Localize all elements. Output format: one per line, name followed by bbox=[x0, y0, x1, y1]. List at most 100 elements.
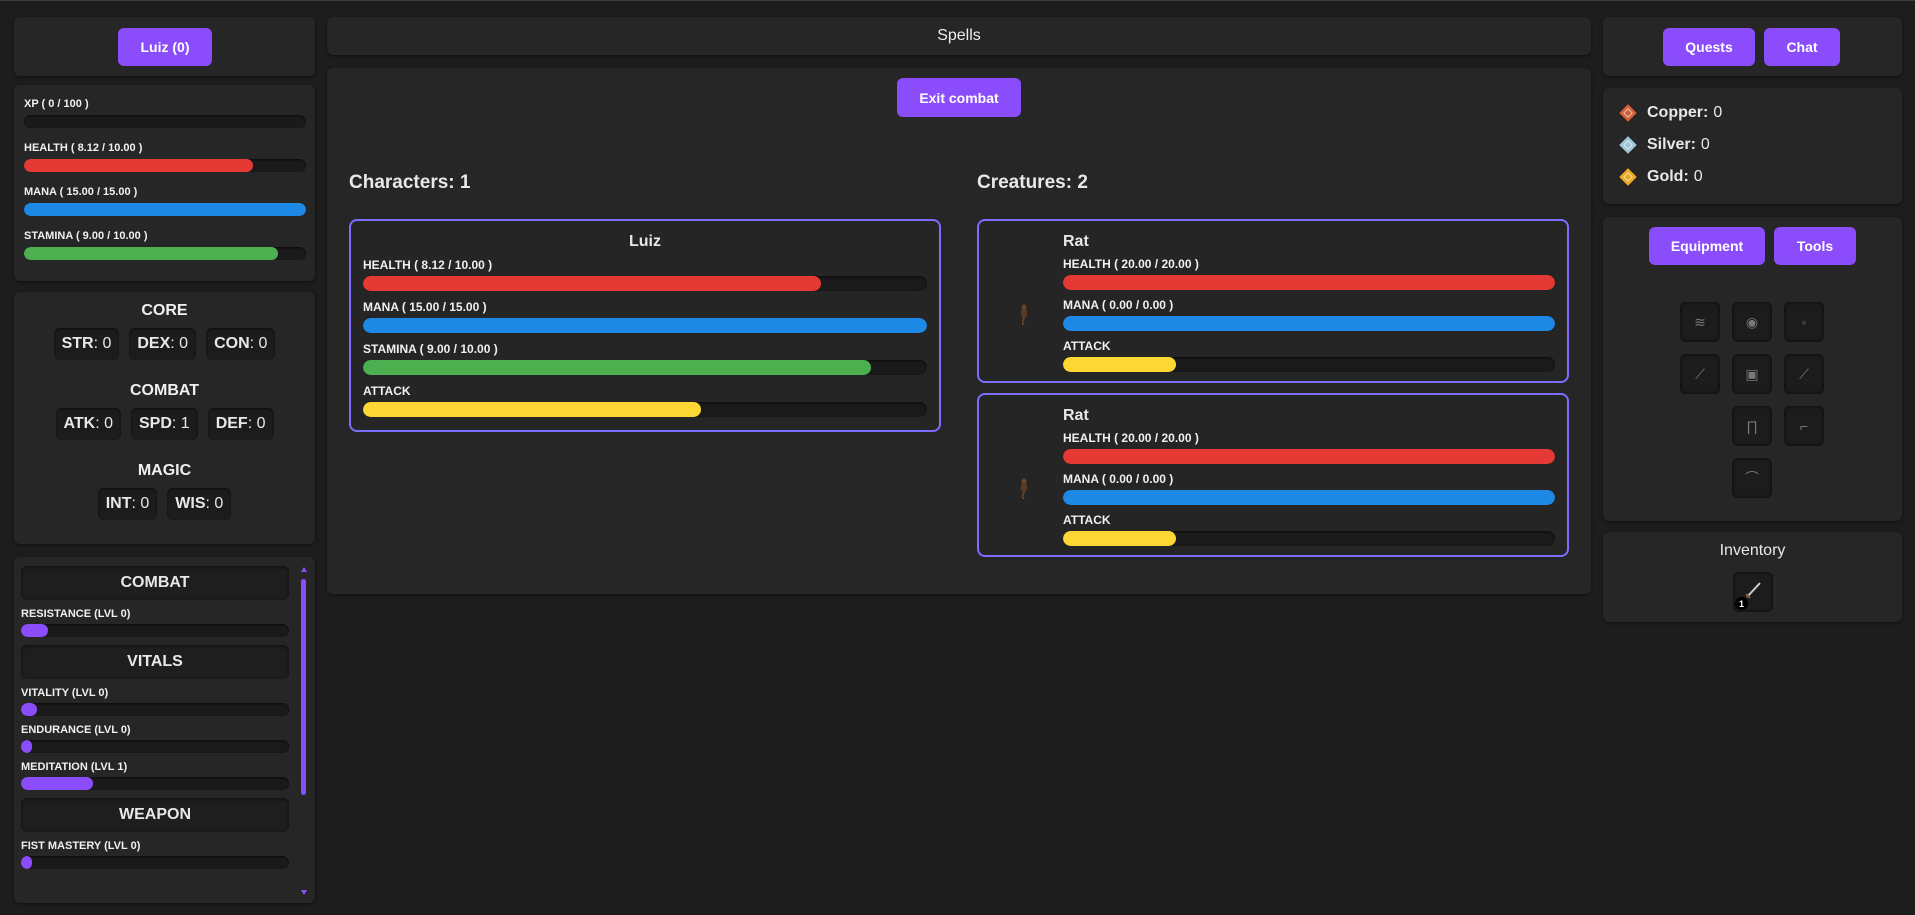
combat-bar: MANA ( 0.00 / 0.00 ) bbox=[1063, 472, 1555, 505]
player-stat-bar: XP ( 0 / 100 ) bbox=[24, 98, 306, 128]
skill-label: FIST MASTERY (LVL 0) bbox=[21, 840, 141, 852]
stat-name: ATK bbox=[63, 415, 96, 432]
tab-equipment[interactable]: Equipment bbox=[1649, 227, 1765, 265]
creatures-heading: Creatures: 2 bbox=[977, 172, 1088, 193]
combat-bar-label: HEALTH ( 20.00 / 20.00 ) bbox=[1063, 257, 1199, 271]
stat-name: INT bbox=[105, 495, 132, 512]
combat-bar: MANA ( 15.00 / 15.00 ) bbox=[363, 300, 927, 333]
combat-bar-label: MANA ( 0.00 / 0.00 ) bbox=[1063, 298, 1174, 312]
equipment-panel: Equipment Tools ≋ ◉ ◦ ⟋ ▣ ⟋ ∏ ⌐ ⌒ bbox=[1603, 217, 1902, 521]
core-stats: STR: 0 DEX: 0 CON: 0 bbox=[14, 328, 315, 360]
combat-panel: Exit combat Characters: 1 Creatures: 2 L… bbox=[327, 68, 1591, 594]
amulet-slot-icon[interactable]: ◦ bbox=[1784, 302, 1824, 342]
skill-label: RESISTANCE (LVL 0) bbox=[21, 608, 131, 620]
right-hand-slot-icon[interactable]: ⟋ bbox=[1784, 354, 1824, 394]
combat-bar-track bbox=[1063, 357, 1555, 372]
skills-list: COMBAT RESISTANCE (LVL 0) VITALS VITALITY (… bbox=[21, 566, 305, 877]
stat-name: WIS bbox=[175, 495, 206, 512]
helmet-slot-icon[interactable]: ◉ bbox=[1732, 302, 1772, 342]
skill-group-header[interactable]: COMBAT bbox=[21, 566, 289, 600]
bar-track bbox=[24, 115, 306, 128]
spells-title[interactable]: Spells bbox=[937, 27, 981, 45]
combat-bar-track bbox=[363, 318, 927, 333]
combat-stats: ATK: 0 SPD: 1 DEF: 0 bbox=[14, 408, 315, 440]
currency-value: 0 bbox=[1693, 168, 1703, 185]
player-vitals-panel: XP ( 0 / 100 ) HEALTH ( 8.12 / 10.00 ) MAN… bbox=[14, 85, 315, 281]
combat-bar-fill bbox=[1063, 449, 1555, 464]
magic-title: MAGIC bbox=[137, 462, 192, 479]
player-profile-button[interactable]: Luiz (0) bbox=[118, 28, 212, 66]
gloves-slot-icon[interactable]: ⌐ bbox=[1784, 406, 1824, 446]
stat-value: : 0 bbox=[205, 495, 224, 512]
creature-name: Rat bbox=[1063, 407, 1089, 424]
combat-bar: MANA ( 0.00 / 0.00 ) bbox=[1063, 298, 1555, 331]
legs-slot-icon[interactable]: ∏ bbox=[1732, 406, 1772, 446]
combat-bar-label: HEALTH ( 8.12 / 10.00 ) bbox=[363, 258, 493, 272]
skills-scrollbar[interactable] bbox=[300, 567, 308, 895]
skill-group-header[interactable]: VITALS bbox=[21, 645, 289, 679]
quests-button[interactable]: Quests bbox=[1663, 28, 1755, 66]
scroll-down-icon[interactable] bbox=[301, 890, 307, 895]
stat-chip-spd: SPD: 1 bbox=[131, 408, 198, 440]
character-card[interactable]: Luiz HEALTH ( 8.12 / 10.00 ) MANA ( 15.00 … bbox=[349, 219, 941, 432]
scroll-up-icon[interactable] bbox=[301, 567, 307, 572]
bar-label: HEALTH ( 8.12 / 10.00 ) bbox=[24, 142, 143, 154]
attributes-panel: CORE STR: 0 DEX: 0 CON: 0 COMBAT ATK: 0 SPD… bbox=[14, 292, 315, 544]
inventory-title: Inventory bbox=[1719, 542, 1786, 559]
hat-slot-icon[interactable]: ≋ bbox=[1680, 302, 1720, 342]
combat-bar-label: MANA ( 15.00 / 15.00 ) bbox=[363, 300, 487, 314]
skill-label: MEDITATION (LVL 1) bbox=[21, 761, 128, 773]
stat-chip-atk: ATK: 0 bbox=[55, 408, 121, 440]
item-count-badge: 1 bbox=[1735, 597, 1748, 610]
currency-row: Copper: 0 bbox=[1617, 102, 1722, 124]
creature-card[interactable]: Rat HEALTH ( 20.00 / 20.00 ) MANA ( 0.00 /… bbox=[977, 219, 1569, 383]
combat-bar: ATTACK bbox=[1063, 339, 1555, 372]
stat-chip-wis: WIS: 0 bbox=[167, 488, 232, 520]
creature-card[interactable]: Rat HEALTH ( 20.00 / 20.00 ) MANA ( 0.00 /… bbox=[977, 393, 1569, 557]
scrollbar-thumb[interactable] bbox=[301, 579, 306, 795]
combat-bar-fill bbox=[363, 318, 927, 333]
combat-bar: HEALTH ( 8.12 / 10.00 ) bbox=[363, 258, 927, 291]
rat-icon bbox=[1017, 475, 1031, 504]
stat-value: : 0 bbox=[249, 335, 268, 352]
character-name: Luiz bbox=[629, 233, 661, 250]
tab-tools[interactable]: Tools bbox=[1774, 227, 1856, 265]
bar-track bbox=[24, 203, 306, 216]
rat-icon bbox=[1017, 301, 1031, 330]
chat-button[interactable]: Chat bbox=[1764, 28, 1840, 66]
skill-item: ENDURANCE (LVL 0) bbox=[21, 724, 289, 753]
skill-item: FIST MASTERY (LVL 0) bbox=[21, 840, 289, 869]
combat-bar-label: HEALTH ( 20.00 / 20.00 ) bbox=[1063, 431, 1199, 445]
boots-slot-icon[interactable]: ⌒ bbox=[1732, 458, 1772, 498]
stat-value: : 0 bbox=[131, 495, 150, 512]
skill-progress-fill bbox=[21, 703, 38, 716]
skill-item: VITALITY (LVL 0) bbox=[21, 687, 289, 716]
player-stat-bar: MANA ( 15.00 / 15.00 ) bbox=[24, 186, 306, 216]
inventory-slot[interactable]: 1 bbox=[1733, 572, 1773, 612]
stat-name: STR bbox=[61, 335, 94, 352]
exit-combat-button[interactable]: Exit combat bbox=[897, 78, 1021, 117]
combat-bar-label: ATTACK bbox=[363, 384, 411, 398]
bar-fill bbox=[24, 159, 253, 172]
combat-bar-track bbox=[1063, 490, 1555, 505]
skill-progress-fill bbox=[21, 624, 48, 637]
combat-bar-track bbox=[1063, 449, 1555, 464]
combat-bar: ATTACK bbox=[1063, 513, 1555, 546]
stat-value: : 0 bbox=[170, 335, 189, 352]
copper-coin-icon bbox=[1617, 102, 1639, 124]
combat-bar-fill bbox=[1063, 316, 1555, 331]
combat-bar: HEALTH ( 20.00 / 20.00 ) bbox=[1063, 257, 1555, 290]
left-hand-slot-icon[interactable]: ⟋ bbox=[1680, 354, 1720, 394]
bar-track bbox=[24, 247, 306, 260]
stat-value: : 0 bbox=[95, 415, 113, 432]
combat-bar-label: MANA ( 0.00 / 0.00 ) bbox=[1063, 472, 1174, 486]
currency-row: Gold: 0 bbox=[1617, 166, 1722, 188]
armor-slot-icon[interactable]: ▣ bbox=[1732, 354, 1772, 394]
combat-bar-fill bbox=[1063, 275, 1555, 290]
creature-name: Rat bbox=[1063, 233, 1089, 250]
inventory-panel: Inventory 1 bbox=[1603, 532, 1902, 622]
stat-name: SPD bbox=[139, 415, 172, 432]
stat-value: : 1 bbox=[171, 415, 190, 432]
stat-chip-con: CON: 0 bbox=[206, 328, 276, 360]
skill-group-header[interactable]: WEAPON bbox=[21, 798, 289, 832]
